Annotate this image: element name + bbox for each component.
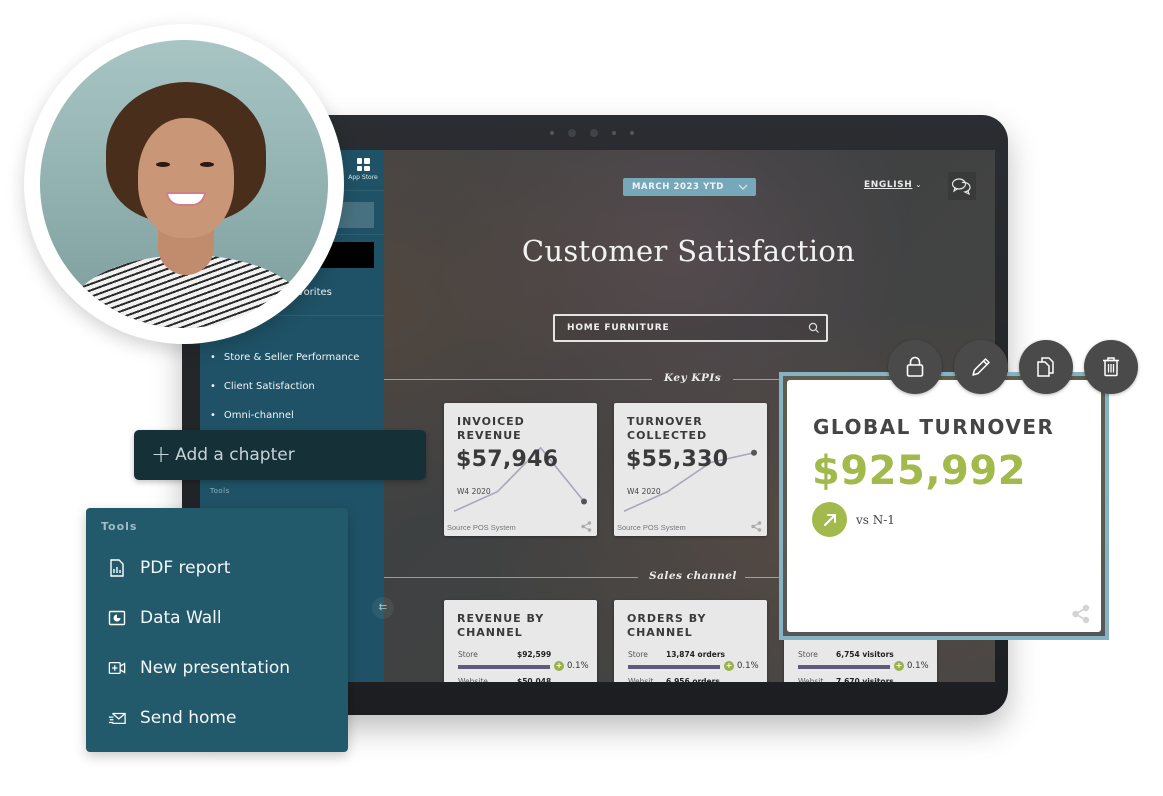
channel-card-title: ORDERS BY CHANNEL bbox=[627, 612, 707, 639]
edit-button[interactable] bbox=[954, 340, 1008, 394]
sparkline-end-point bbox=[751, 449, 757, 456]
pdf-report-icon bbox=[108, 559, 126, 577]
chat-bubbles-icon bbox=[951, 178, 971, 195]
duplicate-button[interactable] bbox=[1019, 340, 1073, 394]
share-icon[interactable] bbox=[1071, 604, 1091, 624]
tablet-camera bbox=[532, 129, 652, 137]
lock-icon bbox=[906, 356, 924, 377]
sidebar-chapter-item[interactable]: • Store & Seller Performance bbox=[210, 352, 359, 363]
tool-send-home[interactable]: Send home bbox=[108, 708, 236, 728]
delete-button[interactable] bbox=[1084, 340, 1138, 394]
avatar bbox=[40, 40, 328, 328]
global-turnover-card: GLOBAL TURNOVER $925,992 vs N-1 bbox=[787, 380, 1101, 632]
channel-card-revenue[interactable]: REVENUE BY CHANNEL Store $92,599 + 0.1% W… bbox=[444, 600, 597, 682]
widget-title: GLOBAL TURNOVER bbox=[813, 415, 1055, 439]
search-input[interactable]: HOME FURNITURE bbox=[553, 314, 828, 342]
tools-panel-title: Tools bbox=[101, 520, 138, 533]
chat-button[interactable] bbox=[948, 172, 976, 200]
trash-icon bbox=[1103, 357, 1119, 377]
tool-data-wall[interactable]: Data Wall bbox=[108, 608, 222, 628]
increase-icon: + bbox=[894, 661, 904, 671]
increase-icon: + bbox=[554, 661, 564, 671]
kpi-title: INVOICED REVENUE bbox=[457, 415, 525, 442]
chevron-down-icon bbox=[738, 178, 748, 203]
share-icon[interactable] bbox=[751, 521, 762, 532]
tools-panel: Tools PDF report Data Wall New presentat… bbox=[86, 508, 348, 752]
tool-pdf-report[interactable]: PDF report bbox=[108, 558, 230, 578]
channel-card-orders[interactable]: ORDERS BY CHANNEL Store 13,874 orders + 0… bbox=[614, 600, 767, 682]
tool-new-presentation[interactable]: New presentation bbox=[108, 658, 290, 678]
kpi-card-turnover-collected[interactable]: TURNOVER COLLECTED $55,330 W4 2020 Source… bbox=[614, 403, 767, 536]
section-sales-channel: Sales channel bbox=[649, 570, 737, 582]
search-icon bbox=[808, 322, 819, 333]
app-grid-icon bbox=[356, 158, 370, 171]
copy-icon bbox=[1037, 357, 1054, 377]
collapse-left-icon[interactable]: ⇇ bbox=[372, 597, 394, 619]
share-icon[interactable] bbox=[581, 521, 592, 532]
plus-icon: + bbox=[151, 439, 172, 468]
data-wall-icon bbox=[108, 609, 126, 627]
sidebar-chapter-item[interactable]: • Client Satisfaction bbox=[210, 381, 315, 392]
language-selector[interactable]: ENGLISH ⌄ bbox=[864, 180, 922, 190]
kpi-source: Source POS System bbox=[617, 523, 686, 532]
sidebar-chapter-item[interactable]: • Omni-channel bbox=[210, 410, 294, 421]
pencil-icon bbox=[972, 358, 990, 376]
kpi-title: TURNOVER COLLECTED bbox=[627, 415, 708, 442]
period-dropdown[interactable]: MARCH 2023 YTD bbox=[623, 178, 756, 196]
lock-button[interactable] bbox=[888, 340, 942, 394]
global-turnover-widget[interactable]: GLOBAL TURNOVER $925,992 vs N-1 bbox=[779, 372, 1109, 640]
tools-heading: Tools bbox=[210, 487, 230, 495]
arrow-up-right-icon bbox=[812, 502, 847, 537]
channel-bar bbox=[798, 665, 890, 669]
app-store-button[interactable]: App Store bbox=[346, 158, 380, 181]
channel-bar bbox=[458, 665, 550, 669]
channel-card-title: REVENUE BY CHANNEL bbox=[457, 612, 545, 639]
send-icon bbox=[108, 709, 126, 727]
kpi-card-invoiced-revenue[interactable]: INVOICED REVENUE $57,946 W4 2020 Source P… bbox=[444, 403, 597, 536]
chevron-down-icon: ⌄ bbox=[915, 181, 922, 189]
kpi-period: W4 2020 bbox=[627, 487, 661, 496]
trend-indicator: vs N-1 bbox=[812, 502, 895, 537]
channel-bar bbox=[628, 665, 720, 669]
sparkline-end-point bbox=[581, 498, 587, 505]
app-store-label: App Store bbox=[348, 174, 378, 181]
add-chapter-button[interactable]: + Add a chapter bbox=[134, 430, 426, 480]
kpi-value: $55,330 bbox=[626, 447, 729, 472]
section-key-kpis: Key KPIs bbox=[664, 372, 722, 384]
increase-icon: + bbox=[724, 661, 734, 671]
user-photo-frame bbox=[24, 24, 344, 344]
comparison-label: vs N-1 bbox=[856, 512, 895, 527]
kpi-source: Source POS System bbox=[447, 523, 516, 532]
new-presentation-icon bbox=[108, 659, 126, 677]
widget-value: $925,992 bbox=[812, 448, 1027, 494]
kpi-value: $57,946 bbox=[456, 447, 559, 472]
kpi-period: W4 2020 bbox=[457, 487, 491, 496]
